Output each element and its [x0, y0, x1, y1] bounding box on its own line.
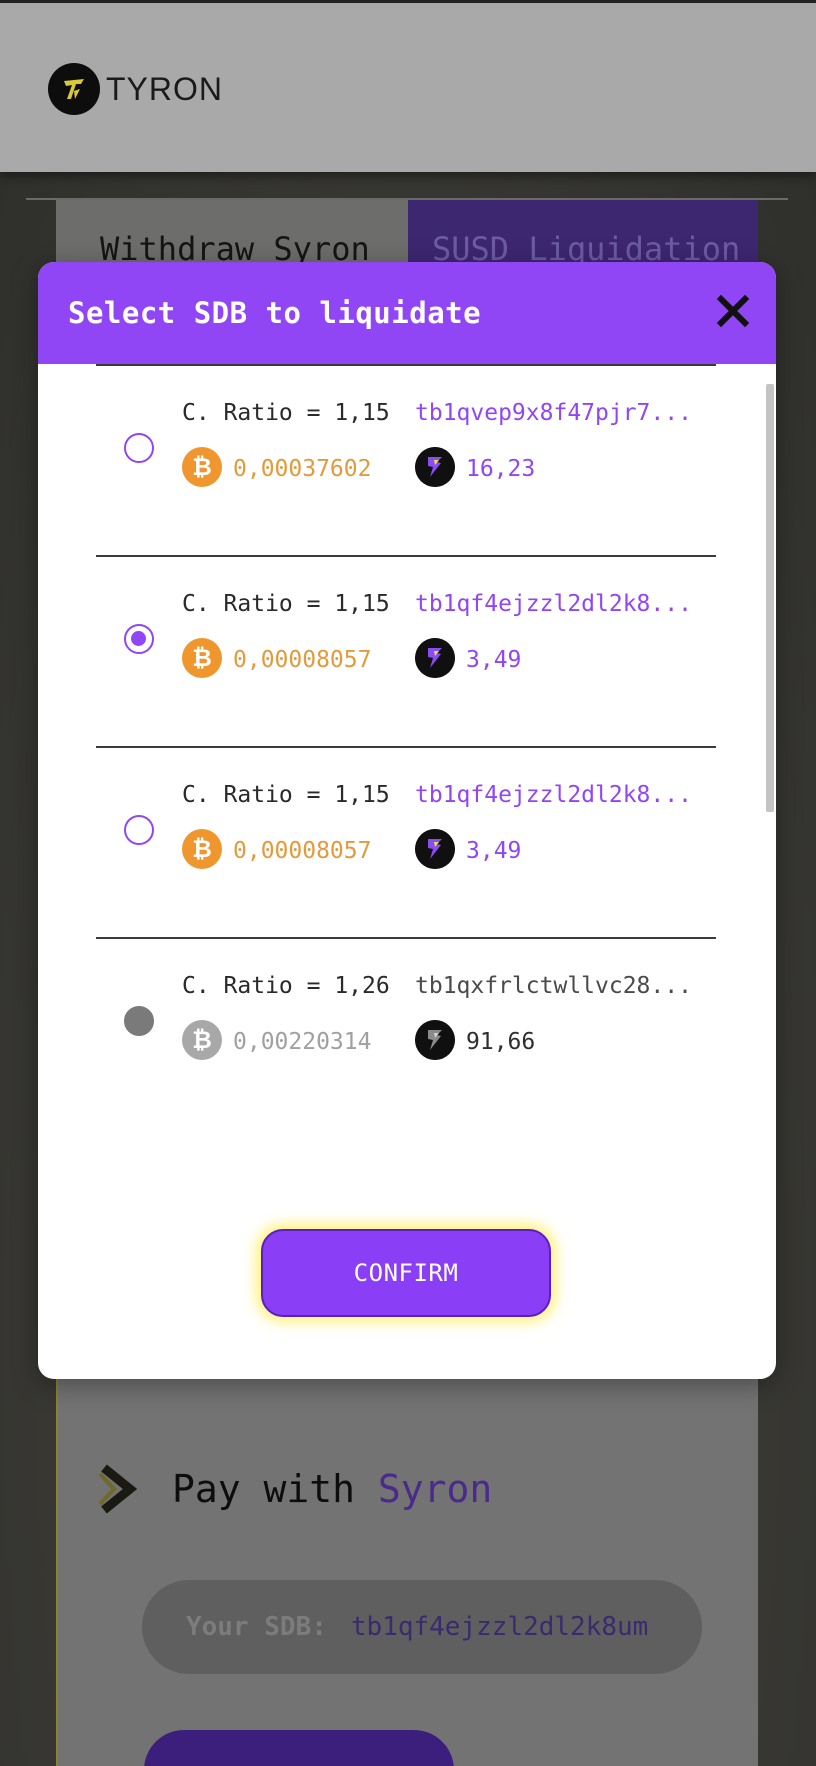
btc-amount: 0,00037602 [233, 456, 372, 482]
sdb-option[interactable]: C. Ratio = 1,15 tb1qf4ejzzl2dl2k8... ₿ 0… [38, 555, 776, 747]
syron-icon [415, 1020, 455, 1060]
syron-amount: 91,66 [466, 1029, 536, 1055]
your-sdb-field: Your SDB: tb1qf4ejzzl2dl2k8um [142, 1580, 702, 1674]
syron-icon [415, 447, 455, 487]
bitcoin-icon: ₿ [182, 1020, 222, 1060]
sdb-option[interactable]: C. Ratio = 1,15 tb1qf4ejzzl2dl2k8... ₿ 0… [38, 746, 776, 938]
chevron-right-icon [98, 1464, 138, 1514]
sdb-option-disabled: C. Ratio = 1,26 tb1qxfrlctwllvc28... ₿ 0… [38, 937, 776, 1129]
sdb-address: tb1qvep9x8f47pjr7... [415, 400, 692, 426]
confirm-button[interactable]: CONFIRM [261, 1229, 551, 1317]
collateral-ratio: C. Ratio = 1,26 [182, 973, 390, 999]
tyron-logo-icon [48, 63, 100, 115]
brand-logo[interactable]: TYRON [48, 63, 223, 115]
collateral-ratio: C. Ratio = 1,15 [182, 782, 390, 808]
modal-title: Select SDB to liquidate [68, 296, 482, 330]
syron-icon [415, 638, 455, 678]
divider [96, 746, 716, 748]
sdb-radio[interactable] [124, 433, 154, 463]
your-sdb-value: tb1qf4ejzzl2dl2k8um [350, 1612, 649, 1642]
bitcoin-icon: ₿ [182, 447, 222, 487]
sdb-radio-disabled [124, 1006, 154, 1036]
btc-amount: 0,00008057 [233, 647, 372, 673]
your-sdb-label: Your SDB: [186, 1612, 327, 1642]
background-action-button[interactable] [144, 1730, 454, 1766]
pay-with-syron-row[interactable]: Pay with Syron [96, 1464, 492, 1514]
sdb-address: tb1qf4ejzzl2dl2k8... [415, 782, 692, 808]
app-header: TYRON [0, 0, 816, 172]
sdb-radio-selected[interactable] [124, 624, 154, 654]
divider [96, 937, 716, 939]
select-sdb-modal: Select SDB to liquidate C. Ratio = 1,15 … [38, 262, 776, 1379]
modal-header: Select SDB to liquidate [38, 262, 776, 364]
syron-amount: 3,49 [466, 838, 522, 864]
bitcoin-icon: ₿ [182, 638, 222, 678]
syron-icon [415, 829, 455, 869]
sdb-radio[interactable] [124, 815, 154, 845]
divider [96, 364, 716, 366]
syron-amount: 16,23 [466, 456, 536, 482]
syron-amount: 3,49 [466, 647, 522, 673]
close-icon[interactable] [714, 292, 752, 330]
sdb-option[interactable]: C. Ratio = 1,15 tb1qvep9x8f47pjr7... ₿ 0… [38, 364, 776, 556]
pay-with-label: Pay with Syron [172, 1467, 493, 1511]
btc-amount: 0,00008057 [233, 838, 372, 864]
brand-name: TYRON [106, 70, 223, 107]
sdb-address: tb1qxfrlctwllvc28... [415, 973, 692, 999]
btc-amount: 0,00220314 [233, 1029, 372, 1055]
divider [96, 555, 716, 557]
sdb-address: tb1qf4ejzzl2dl2k8... [415, 591, 692, 617]
bitcoin-icon: ₿ [182, 829, 222, 869]
collateral-ratio: C. Ratio = 1,15 [182, 400, 390, 426]
collateral-ratio: C. Ratio = 1,15 [182, 591, 390, 617]
